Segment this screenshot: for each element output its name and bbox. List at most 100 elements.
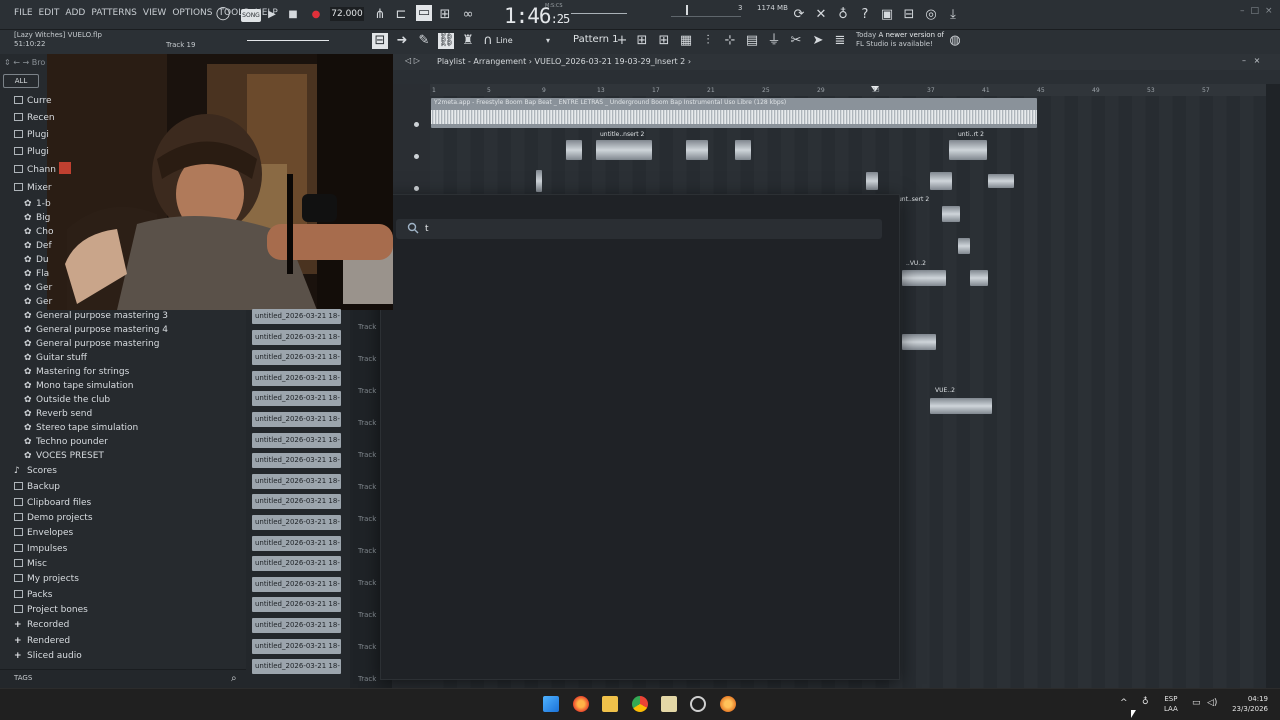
browser-item[interactable]: Plugi bbox=[14, 147, 49, 157]
audio-clip[interactable] bbox=[536, 170, 542, 192]
mixer-preset-item[interactable]: ✿ Mastering for strings bbox=[24, 367, 129, 377]
list-icon[interactable]: ≣ bbox=[832, 33, 848, 49]
news-panel[interactable]: Today A newer version of FL Studio is av… bbox=[856, 31, 944, 49]
mixer-preset-item[interactable]: ✿ 1-b bbox=[24, 199, 51, 209]
add-pattern-icon[interactable]: + bbox=[614, 33, 630, 49]
countdown-icon[interactable]: ▭ bbox=[416, 5, 432, 21]
clip-list-item[interactable]: untitled_2026-03-21 18- bbox=[252, 597, 341, 613]
browser-tab-all[interactable]: ALL bbox=[3, 74, 39, 88]
windows-start-icon[interactable] bbox=[543, 696, 559, 712]
mixer-preset-item[interactable]: ✿ Du bbox=[24, 255, 49, 265]
chrome-icon[interactable] bbox=[632, 696, 648, 712]
mixer-shortcut-icon[interactable]: ✕ bbox=[813, 7, 829, 23]
browser-item[interactable]: Recen bbox=[14, 113, 55, 123]
pattern-song-toggle[interactable]: SONG bbox=[241, 9, 261, 22]
clip-list-item[interactable]: untitled_2026-03-21 18- bbox=[252, 556, 341, 572]
track-3-indicator[interactable] bbox=[414, 186, 419, 191]
fl-logo-icon[interactable]: ◍ bbox=[947, 33, 963, 49]
browser-folder[interactable]: My projects bbox=[14, 574, 79, 584]
paint-icon[interactable]: ♜ bbox=[460, 33, 476, 49]
stop-icon[interactable]: ■ bbox=[285, 7, 301, 23]
audio-clip[interactable] bbox=[988, 174, 1014, 188]
main-volume-slider[interactable] bbox=[571, 13, 627, 14]
browser-item[interactable]: Mixer bbox=[14, 183, 52, 193]
browser-folder[interactable]: Packs bbox=[14, 590, 52, 600]
playlist-window-controls[interactable]: – × bbox=[1242, 56, 1260, 65]
plugin-icon[interactable]: ⊹ bbox=[722, 33, 738, 49]
mixer-preset-item[interactable]: ✿ Fla bbox=[24, 269, 49, 279]
channel-rack-icon[interactable]: ⊞ bbox=[656, 33, 672, 49]
mixer-preset-item[interactable]: ✿ VOCES PRESET bbox=[24, 451, 104, 461]
browser-folder[interactable]: Impulses bbox=[14, 544, 67, 554]
chat-icon[interactable]: ◎ bbox=[923, 7, 939, 23]
pitch-knob[interactable] bbox=[686, 5, 688, 15]
audio-clip[interactable] bbox=[930, 172, 952, 190]
plug-icon[interactable]: ⏚ bbox=[766, 33, 782, 49]
clip-list-item[interactable]: untitled_2026-03-21 18- bbox=[252, 370, 341, 386]
browser-folder[interactable]: Demo projects bbox=[14, 513, 93, 523]
record-icon[interactable]: ● bbox=[308, 7, 324, 23]
clip-list-item[interactable]: untitled_2026-03-21 18- bbox=[252, 329, 341, 345]
mixer-preset-item[interactable]: ✿ Stereo tape simulation bbox=[24, 423, 138, 433]
chevron-down-icon[interactable]: ▾ bbox=[540, 33, 556, 49]
browser-search-icon[interactable]: ⌕ bbox=[231, 673, 237, 684]
mixer-preset-item[interactable]: ✿ Ger bbox=[24, 297, 52, 307]
audio-clip[interactable] bbox=[686, 140, 708, 160]
menu-file[interactable]: FILE bbox=[14, 8, 33, 18]
browser-folder[interactable]: ♪ Scores bbox=[14, 466, 57, 476]
mixer-preset-item[interactable]: ✿ Guitar stuff bbox=[24, 353, 87, 363]
browser-folder[interactable]: Backup bbox=[14, 482, 60, 492]
menu-add[interactable]: ADD bbox=[65, 8, 85, 18]
mixer-preset-item[interactable]: ✿ General purpose mastering 4 bbox=[24, 325, 168, 335]
browser-folder[interactable]: Clipboard files bbox=[14, 498, 91, 508]
language-indicator[interactable]: ESP LAA bbox=[1164, 694, 1178, 714]
clip-list-item[interactable]: untitled_2026-03-21 18- bbox=[252, 473, 341, 489]
mixer-preset-item[interactable]: ✿ Mono tape simulation bbox=[24, 381, 133, 391]
clip-list-item[interactable]: untitled_2026-03-21 18- bbox=[252, 494, 341, 510]
blend-notes-icon[interactable]: ⊞ bbox=[437, 7, 453, 23]
clip-list-item[interactable]: untitled_2026-03-21 18- bbox=[252, 350, 341, 366]
browser-folder[interactable]: Project bones bbox=[14, 605, 88, 615]
clip-list-item[interactable]: untitled_2026-03-21 18- bbox=[252, 618, 341, 633]
play-icon[interactable]: ▶ bbox=[264, 7, 280, 23]
clip-list-item[interactable]: untitled_2026-03-21 18- bbox=[252, 453, 341, 469]
magnet-icon[interactable]: ∩ bbox=[480, 33, 496, 49]
tags-label[interactable]: TAGS bbox=[14, 674, 32, 682]
system-clock[interactable]: 04:19 23/3/2026 bbox=[1228, 694, 1268, 714]
clip-list-item[interactable]: untitled_2026-03-21 18- bbox=[252, 432, 341, 448]
mixer-preset-item[interactable]: ✿ Outside the club bbox=[24, 395, 110, 405]
browser-folder[interactable]: + Recorded bbox=[14, 620, 69, 630]
arrow-right-icon[interactable]: ➜ bbox=[394, 33, 410, 49]
obs-icon[interactable] bbox=[690, 696, 706, 712]
mixer-preset-item[interactable]: ✿ Reverb send bbox=[24, 409, 92, 419]
clip-list-item[interactable]: untitled_2026-03-21 18- bbox=[252, 391, 341, 407]
menu-patterns[interactable]: PATTERNS bbox=[91, 8, 137, 18]
app-icon[interactable] bbox=[720, 696, 736, 712]
clip-list-item[interactable]: untitled_2026-03-21 18- bbox=[252, 659, 341, 675]
browser-arrows-icon[interactable]: ⇕ ← → Bro bbox=[4, 58, 45, 67]
mixer-preset-item[interactable]: ✿ Cho bbox=[24, 227, 54, 237]
audio-clip[interactable] bbox=[970, 270, 988, 286]
piano-roll-icon[interactable]: ▦ bbox=[678, 33, 694, 49]
browser-folder[interactable]: Misc bbox=[14, 559, 47, 569]
link-icon[interactable]: ⛓ bbox=[438, 33, 455, 49]
mixer-preset-item[interactable]: ✿ Techno pounder bbox=[24, 437, 108, 447]
metronome-icon[interactable]: ⋔ bbox=[372, 7, 388, 23]
audio-clip[interactable] bbox=[930, 398, 992, 414]
menu-options[interactable]: OPTIONS bbox=[172, 8, 212, 18]
file-explorer-icon[interactable] bbox=[602, 696, 618, 712]
maximize-icon[interactable]: □ bbox=[1251, 6, 1260, 16]
audio-clip[interactable] bbox=[566, 140, 582, 160]
cpu-circle-icon[interactable]: ◯ bbox=[215, 6, 231, 22]
audio-clip[interactable] bbox=[735, 140, 751, 160]
pattern-select[interactable]: Pattern 1 bbox=[573, 34, 619, 45]
playlist-icon[interactable]: ⊞ bbox=[634, 33, 650, 49]
tempo-display[interactable]: 72.000 bbox=[330, 7, 364, 21]
browser-folder[interactable]: Envelopes bbox=[14, 528, 73, 538]
menu-edit[interactable]: EDIT bbox=[39, 8, 60, 18]
save-icon[interactable]: ▣ bbox=[879, 7, 895, 23]
playlist-menu-icon[interactable]: ◁ ▷ bbox=[405, 56, 420, 65]
browser-item[interactable]: Curre bbox=[14, 96, 52, 106]
browser-folder[interactable]: + Sliced audio bbox=[14, 651, 82, 661]
clip-list-item[interactable]: untitled_2026-03-21 18- bbox=[252, 638, 341, 654]
